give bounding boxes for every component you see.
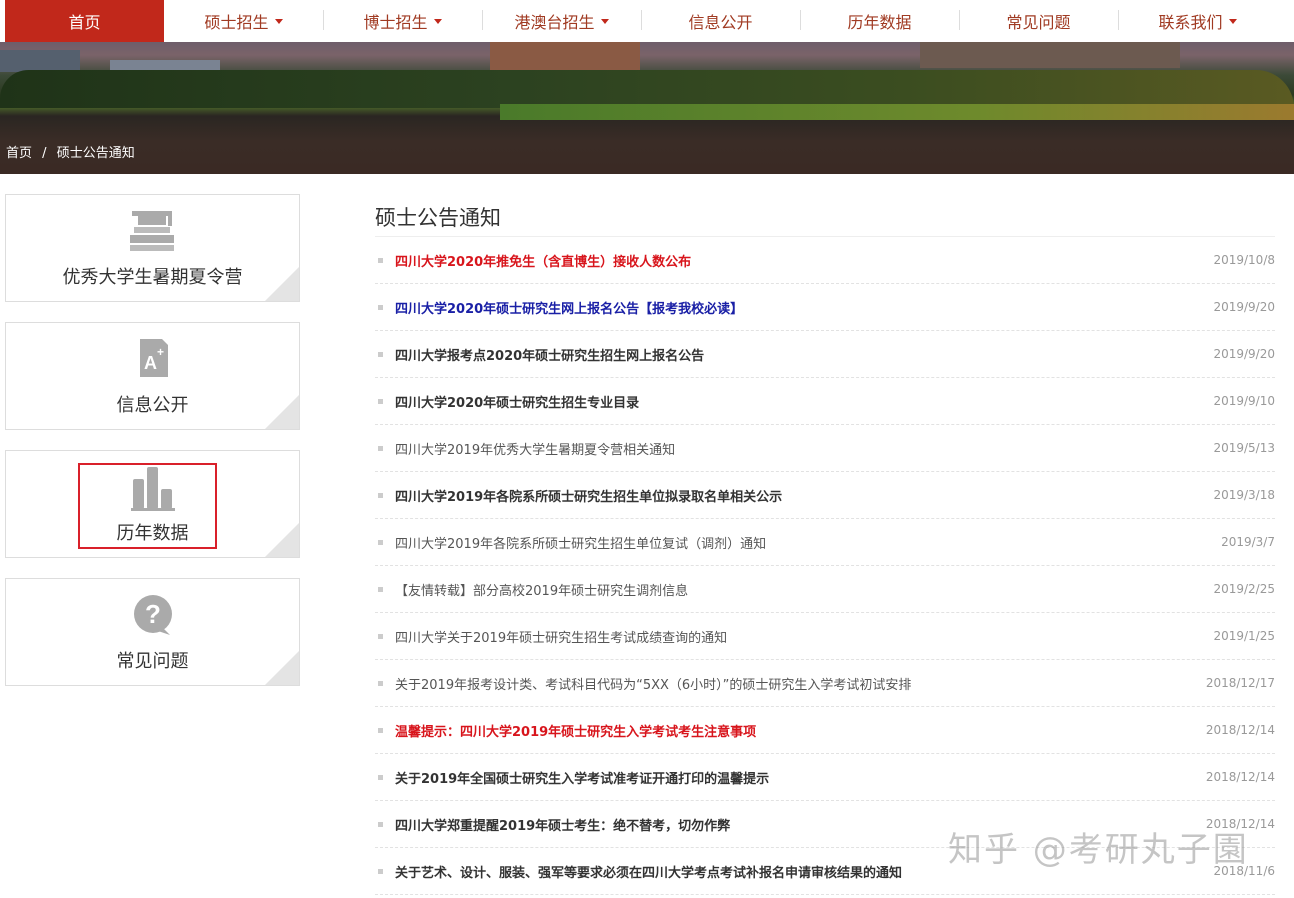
svg-text:A: A	[144, 353, 157, 373]
sidebar-card-info-disclosure[interactable]: A + 信息公开	[5, 322, 300, 430]
notice-date: 2019/3/7	[1221, 535, 1275, 549]
nav-item-label: 港澳台招生	[514, 13, 595, 32]
list-item[interactable]: 四川大学报考点2020年硕士研究生招生网上报名公告 2019/9/20	[375, 331, 1275, 378]
notice-title-link[interactable]: 四川大学报考点2020年硕士研究生招生网上报名公告	[395, 345, 1213, 364]
notice-title-link[interactable]: 关于2019年报考设计类、考试科目代码为“5XX（6小时）”的硕士研究生入学考试…	[395, 674, 1206, 693]
nav-item[interactable]: 首页	[5, 0, 164, 42]
nav-item[interactable]: 博士招生	[323, 0, 482, 42]
nav-item-label: 硕士招生	[204, 13, 269, 32]
highlight-box	[78, 463, 217, 549]
svg-text:?: ?	[145, 599, 161, 629]
list-item[interactable]: 四川大学2019年各院系所硕士研究生招生单位复试（调剂）通知 2019/3/7	[375, 519, 1275, 566]
top-nav: 首页 硕士招生 博士招生 港澳台招生 信息公开 历年数据 常见问题 联系我们	[5, 0, 1294, 42]
page-title: 硕士公告通知	[375, 194, 1275, 237]
notice-title-link[interactable]: 关于2019年全国硕士研究生入学考试准考证开通打印的温馨提示	[395, 768, 1206, 787]
notice-title-link[interactable]: 四川大学2019年各院系所硕士研究生招生单位复试（调剂）通知	[395, 533, 1221, 552]
breadcrumb-current: 硕士公告通知	[56, 146, 135, 161]
notice-title-link[interactable]: 【友情转载】部分高校2019年硕士研究生调剂信息	[395, 580, 1213, 599]
notice-date: 2019/9/20	[1213, 347, 1275, 361]
question-bubble-icon: ?	[133, 595, 172, 635]
list-item[interactable]: 四川大学2020年硕士研究生网上报名公告【报考我校必读】 2019/9/20	[375, 284, 1275, 331]
banner-image: 首页 / 硕士公告通知	[0, 42, 1294, 174]
list-item[interactable]: 四川大学2020年硕士研究生招生专业目录 2019/9/10	[375, 378, 1275, 425]
nav-item[interactable]: 常见问题	[959, 0, 1118, 42]
nav-item-label: 常见问题	[1006, 13, 1071, 32]
nav-item-label: 首页	[68, 13, 101, 32]
list-item[interactable]: 四川大学2020年推免生（含直博生）接收人数公布 2019/10/8	[375, 237, 1275, 284]
sidebar-card-label: 优秀大学生暑期夏令营	[62, 267, 243, 288]
notice-date: 2019/1/25	[1213, 629, 1275, 643]
nav-item-label: 博士招生	[363, 13, 428, 32]
nav-item[interactable]: 历年数据	[800, 0, 959, 42]
list-item[interactable]: 四川大学2019年优秀大学生暑期夏令营相关通知 2019/5/13	[375, 425, 1275, 472]
notice-date: 2019/5/13	[1213, 441, 1275, 455]
nav-item-label: 历年数据	[847, 13, 912, 32]
notice-title-link[interactable]: 四川大学2020年硕士研究生网上报名公告【报考我校必读】	[395, 298, 1213, 317]
notice-title-link[interactable]: 四川大学2020年推免生（含直博生）接收人数公布	[395, 251, 1213, 270]
nav-item[interactable]: 硕士招生	[164, 0, 323, 42]
notice-date: 2018/12/17	[1205, 676, 1275, 690]
list-item[interactable]: 温馨提示：四川大学2019年硕士研究生入学考试考生注意事项 2018/12/14	[375, 707, 1275, 754]
notice-date: 2019/9/10	[1213, 394, 1275, 408]
sidebar-card-label: 信息公开	[116, 395, 189, 416]
sidebar-card-summer-camp[interactable]: 优秀大学生暑期夏令营	[5, 194, 300, 302]
watermark: 知乎 @考研丸子園	[948, 830, 1249, 870]
notice-date: 2018/12/14	[1205, 723, 1275, 737]
nav-item[interactable]: 联系我们	[1118, 0, 1277, 42]
breadcrumb-home[interactable]: 首页	[6, 146, 32, 161]
graduation-cap-books-icon	[129, 211, 174, 251]
breadcrumb-separator: /	[42, 146, 47, 161]
notice-title-link[interactable]: 温馨提示：四川大学2019年硕士研究生入学考试考生注意事项	[395, 721, 1206, 740]
caret-down-icon	[274, 18, 283, 24]
caret-down-icon	[1228, 18, 1237, 24]
sidebar-card-label: 常见问题	[116, 651, 189, 672]
notice-date: 2019/9/20	[1213, 300, 1275, 314]
list-item[interactable]: 【友情转载】部分高校2019年硕士研究生调剂信息 2019/2/25	[375, 566, 1275, 613]
list-item[interactable]: 四川大学关于2019年硕士研究生招生考试成绩查询的通知 2019/1/25	[375, 613, 1275, 660]
notice-title-link[interactable]: 四川大学关于2019年硕士研究生招生考试成绩查询的通知	[395, 627, 1213, 646]
list-item[interactable]: 四川大学2019年各院系所硕士研究生招生单位拟录取名单相关公示 2019/3/18	[375, 472, 1275, 519]
notice-list-section: 硕士公告通知 四川大学2020年推免生（含直博生）接收人数公布 2019/10/8…	[375, 194, 1275, 895]
nav-item[interactable]: 信息公开	[641, 0, 800, 42]
notice-date: 2019/3/18	[1213, 488, 1275, 502]
notice-date: 2019/2/25	[1213, 582, 1275, 596]
nav-item-label: 信息公开	[688, 13, 753, 32]
notice-date: 2018/12/14	[1205, 770, 1275, 784]
list-item[interactable]: 关于2019年报考设计类、考试科目代码为“5XX（6小时）”的硕士研究生入学考试…	[375, 660, 1275, 707]
notice-date: 2019/10/8	[1213, 253, 1275, 267]
sidebar-card-faq[interactable]: ? 常见问题	[5, 578, 300, 686]
notice-list: 四川大学2020年推免生（含直博生）接收人数公布 2019/10/8 四川大学202…	[375, 237, 1275, 895]
caret-down-icon	[600, 18, 609, 24]
list-item[interactable]: 关于2019年全国硕士研究生入学考试准考证开通打印的温馨提示 2018/12/14	[375, 754, 1275, 801]
notice-title-link[interactable]: 四川大学2019年各院系所硕士研究生招生单位拟录取名单相关公示	[395, 486, 1213, 505]
caret-down-icon	[433, 18, 442, 24]
nav-item[interactable]: 港澳台招生	[482, 0, 641, 42]
nav-item-label: 联系我们	[1158, 13, 1223, 32]
notice-title-link[interactable]: 四川大学2019年优秀大学生暑期夏令营相关通知	[395, 439, 1213, 458]
document-a-plus-icon: A+	[139, 339, 168, 377]
notice-title-link[interactable]: 四川大学2020年硕士研究生招生专业目录	[395, 392, 1213, 411]
svg-text:+: +	[157, 345, 164, 359]
breadcrumb: 首页 / 硕士公告通知	[6, 145, 141, 163]
